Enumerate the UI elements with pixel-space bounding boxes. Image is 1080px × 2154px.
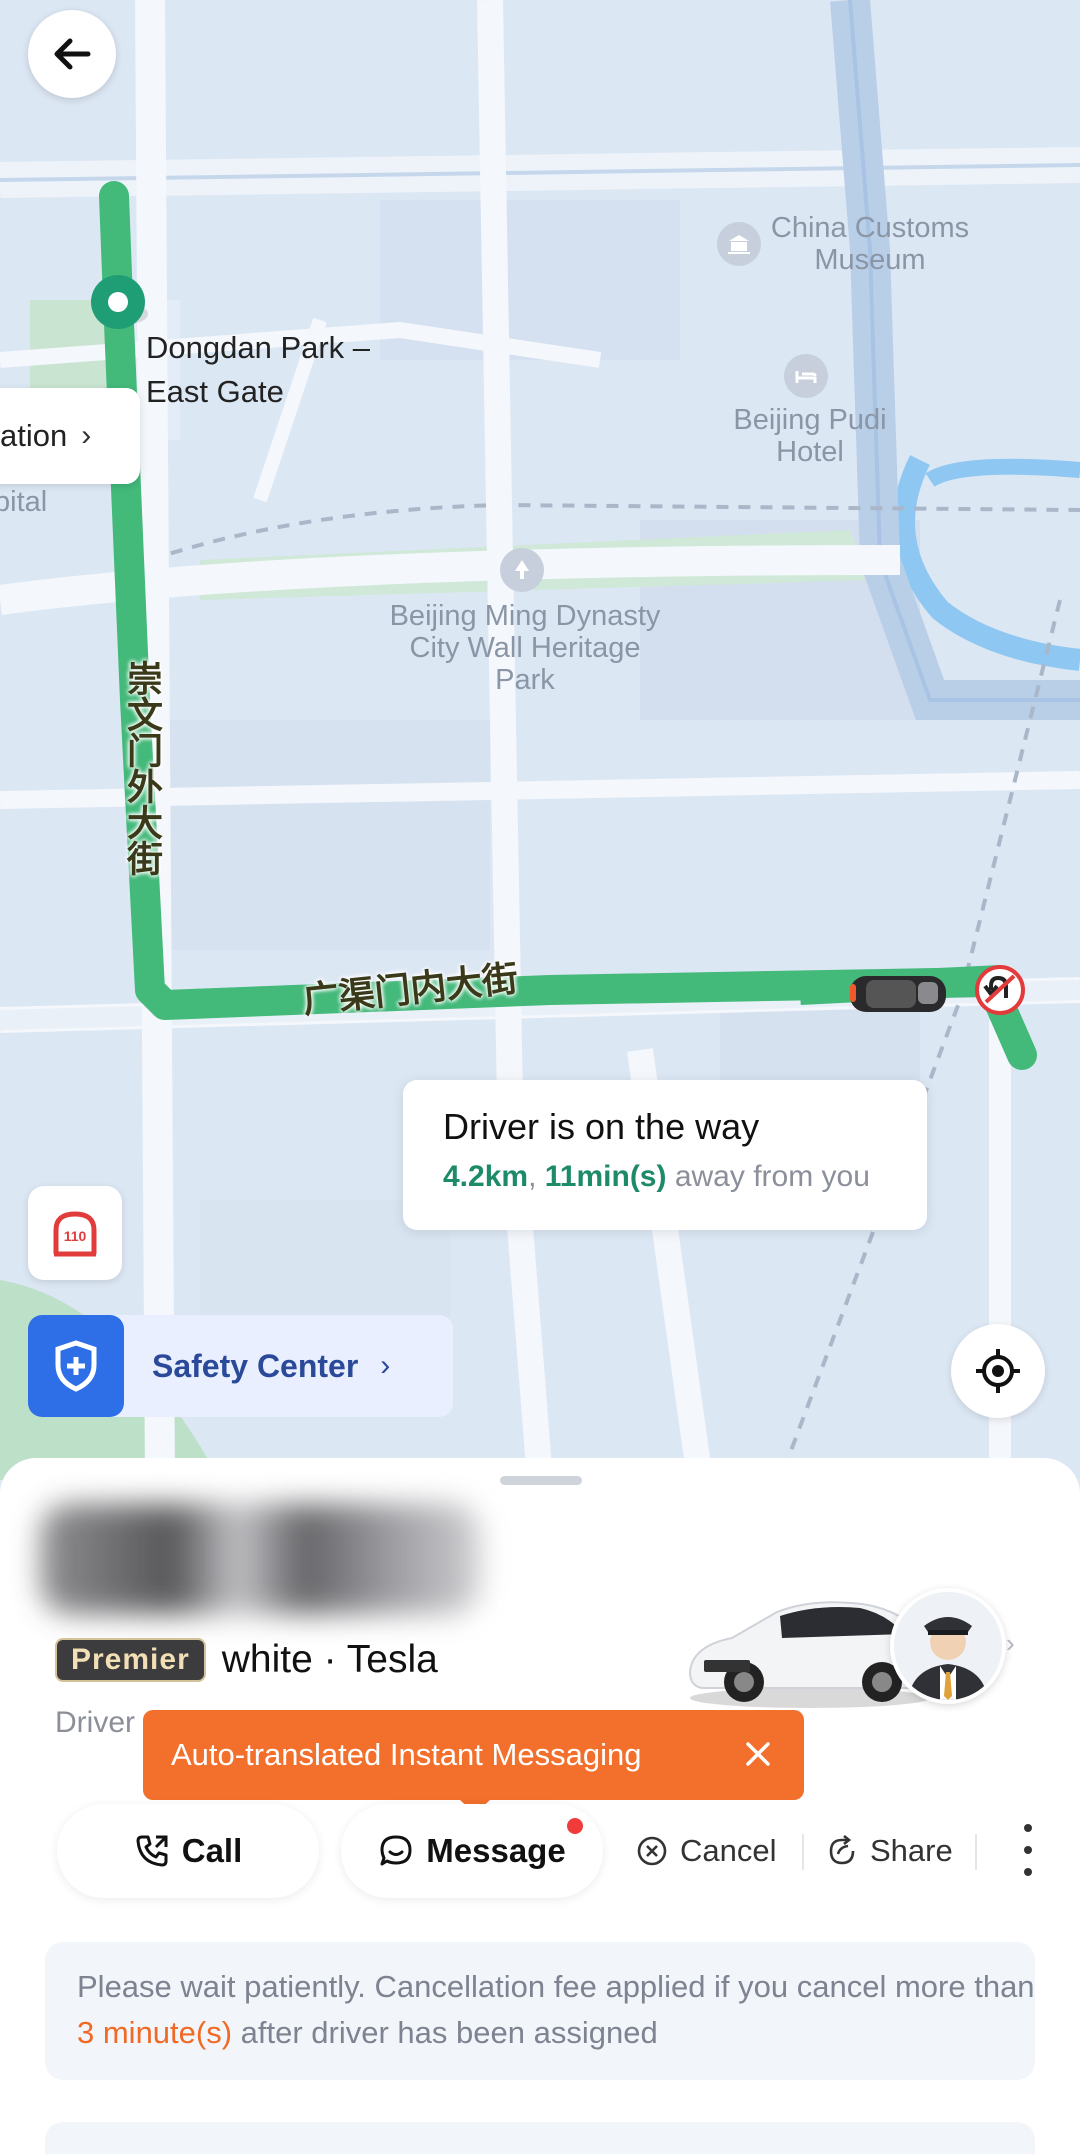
status-suffix: away from you [674,1160,870,1193]
side-pill-label: ation [0,418,68,453]
close-icon[interactable] [738,1734,778,1774]
cancellation-notice: Please wait patiently. Cancellation fee … [45,1942,1035,2080]
street-label-chongwenmen: 崇文门外大街 [121,660,162,876]
notice-text-before: Please wait patiently. Cancellation fee … [77,1969,1035,2004]
next-card-peek [45,2122,1035,2154]
call-button[interactable]: Call [57,1804,319,1898]
vehicle-class-badge: Premier [55,1638,206,1682]
share-icon [829,1835,855,1865]
museum-icon[interactable] [717,222,761,266]
divider [975,1834,977,1870]
safety-center-button[interactable]: Safety Center › [28,1315,453,1417]
status-eta: 11min(s) [544,1160,667,1193]
close-circle-icon [637,1836,667,1866]
car-description: white · Tesla [221,1638,438,1681]
sos-110-icon: 110 [53,1211,97,1257]
message-label: Message [426,1832,566,1869]
driver-status-card: Driver is on the way 4.2km, 11min(s) awa… [403,1080,927,1230]
place-label-ming-wall-park[interactable]: Beijing Ming Dynasty City Wall Heritage … [360,600,690,696]
chevron-right-icon: › [380,1349,391,1382]
cancel-label: Cancel [680,1833,777,1868]
tooltip-text: Auto-translated Instant Messaging [171,1737,642,1772]
im-translation-tooltip[interactable]: Auto-translated Instant Messaging [143,1710,804,1814]
call-label: Call [181,1832,243,1869]
emergency-110-button[interactable]: 110 [28,1186,122,1280]
safety-center-label: Safety Center [152,1347,359,1384]
hotel-icon[interactable] [784,354,828,398]
message-button[interactable]: Message [341,1804,603,1898]
chevron-right-icon: › [81,419,92,452]
place-label-hospital-fragment: pital [0,486,48,518]
phone-icon [136,1835,168,1867]
map-view[interactable]: China Customs Museum Beijing Pudi Hotel … [0,0,1080,1480]
trip-actions-bar: Call Message Cancel Share [0,1804,1080,1914]
more-vertical-icon[interactable] [1012,1824,1044,1876]
notice-highlight: 3 minute(s) [77,2015,233,2050]
chevron-right-icon[interactable]: › [1006,1628,1015,1659]
place-label-customs-museum[interactable]: China Customs Museum [760,212,980,276]
status-subtitle: 4.2km, 11min(s) away from you [443,1160,927,1194]
car-icon [850,976,946,1012]
share-button[interactable]: Share [826,1804,953,1898]
locate-icon [976,1349,1020,1393]
driver-avatar[interactable] [890,1588,1006,1704]
driver-label: Driver [55,1706,135,1739]
notice-text-after: after driver has been assigned [232,2015,658,2050]
status-title: Driver is on the way [443,1106,760,1147]
emergency-number: 110 [64,1228,87,1244]
divider [802,1834,804,1870]
park-icon[interactable] [500,548,544,592]
pickup-pin-icon [91,275,148,329]
unread-dot [567,1818,583,1834]
place-label-dongdan-park[interactable]: Dongdan Park – East Gate [146,326,446,414]
back-button[interactable] [28,10,116,98]
status-distance: 4.2km [443,1160,529,1193]
side-location-pill[interactable]: ation › [0,388,140,484]
share-label: Share [870,1833,953,1868]
back-arrow-icon [54,38,91,70]
shield-plus-icon [55,1340,97,1392]
chat-bubble-icon [380,1835,412,1866]
trip-bottom-sheet[interactable]: Premier white · Tesla Driver › Auto-tran… [0,1458,1080,2154]
u-turn-icon [975,965,1025,1015]
status-separator: , [528,1160,537,1193]
locate-me-button[interactable] [951,1324,1045,1418]
driver-avatar-icon [894,1592,1002,1700]
cancel-button[interactable]: Cancel [636,1804,777,1898]
sheet-drag-handle[interactable] [500,1476,582,1485]
place-label-pudi-hotel[interactable]: Beijing Pudi Hotel [700,404,920,468]
vehicle-info: Premier white · Tesla [55,1638,438,1682]
license-plate-blurred [40,1504,480,1614]
